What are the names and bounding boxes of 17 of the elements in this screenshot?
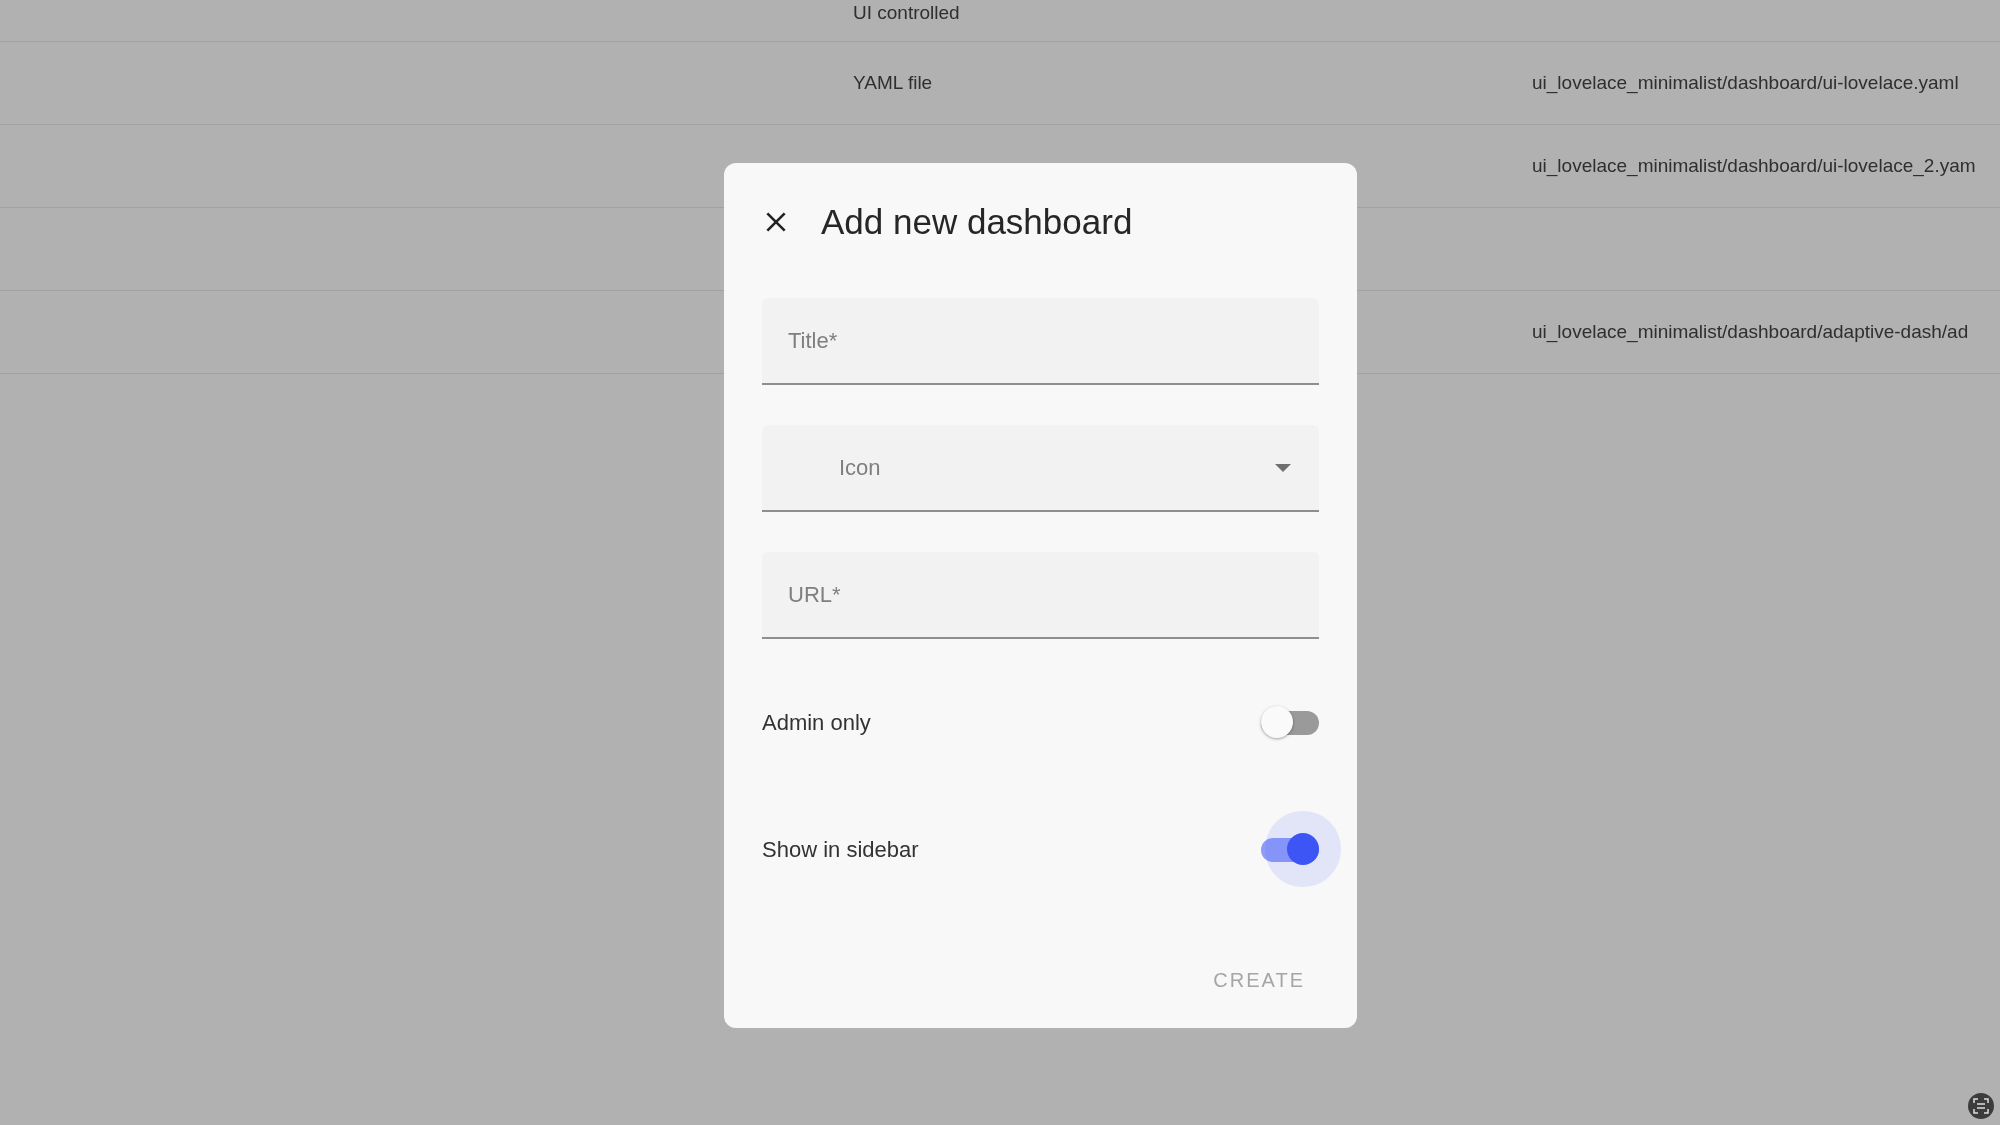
text-input[interactable]: URL* xyxy=(786,580,1295,609)
table-cell-text: ui_lovelace_minimalist/dashboard/ui-lovelace_2.yam xyxy=(1532,155,1977,177)
dropdown-caret-icon xyxy=(1275,463,1291,472)
dialog-title: Add new dashboard xyxy=(821,202,1133,242)
scan-icon xyxy=(1973,1098,1989,1114)
text-input[interactable]: Icon xyxy=(837,453,1275,482)
toggle-label: Admin only xyxy=(762,709,871,736)
table-cell-text: UI controlled xyxy=(853,2,961,24)
icon-select[interactable]: Icon xyxy=(762,425,1319,512)
table-cell-text: ui_lovelace_minimalist/dashboard/adaptive-dash/ad xyxy=(1532,321,1970,343)
table-cell-text: ui_lovelace_minimalist/dashboard/ui-lovelace.yaml xyxy=(1532,72,1960,94)
text-input[interactable]: Title* xyxy=(786,326,1295,355)
input-field[interactable]: Title* xyxy=(762,298,1319,385)
scan-button[interactable] xyxy=(1968,1093,1994,1119)
input-field[interactable]: URL* xyxy=(762,552,1319,639)
table-cell-text: YAML file xyxy=(853,72,934,94)
toggle-label: Show in sidebar xyxy=(762,836,919,863)
